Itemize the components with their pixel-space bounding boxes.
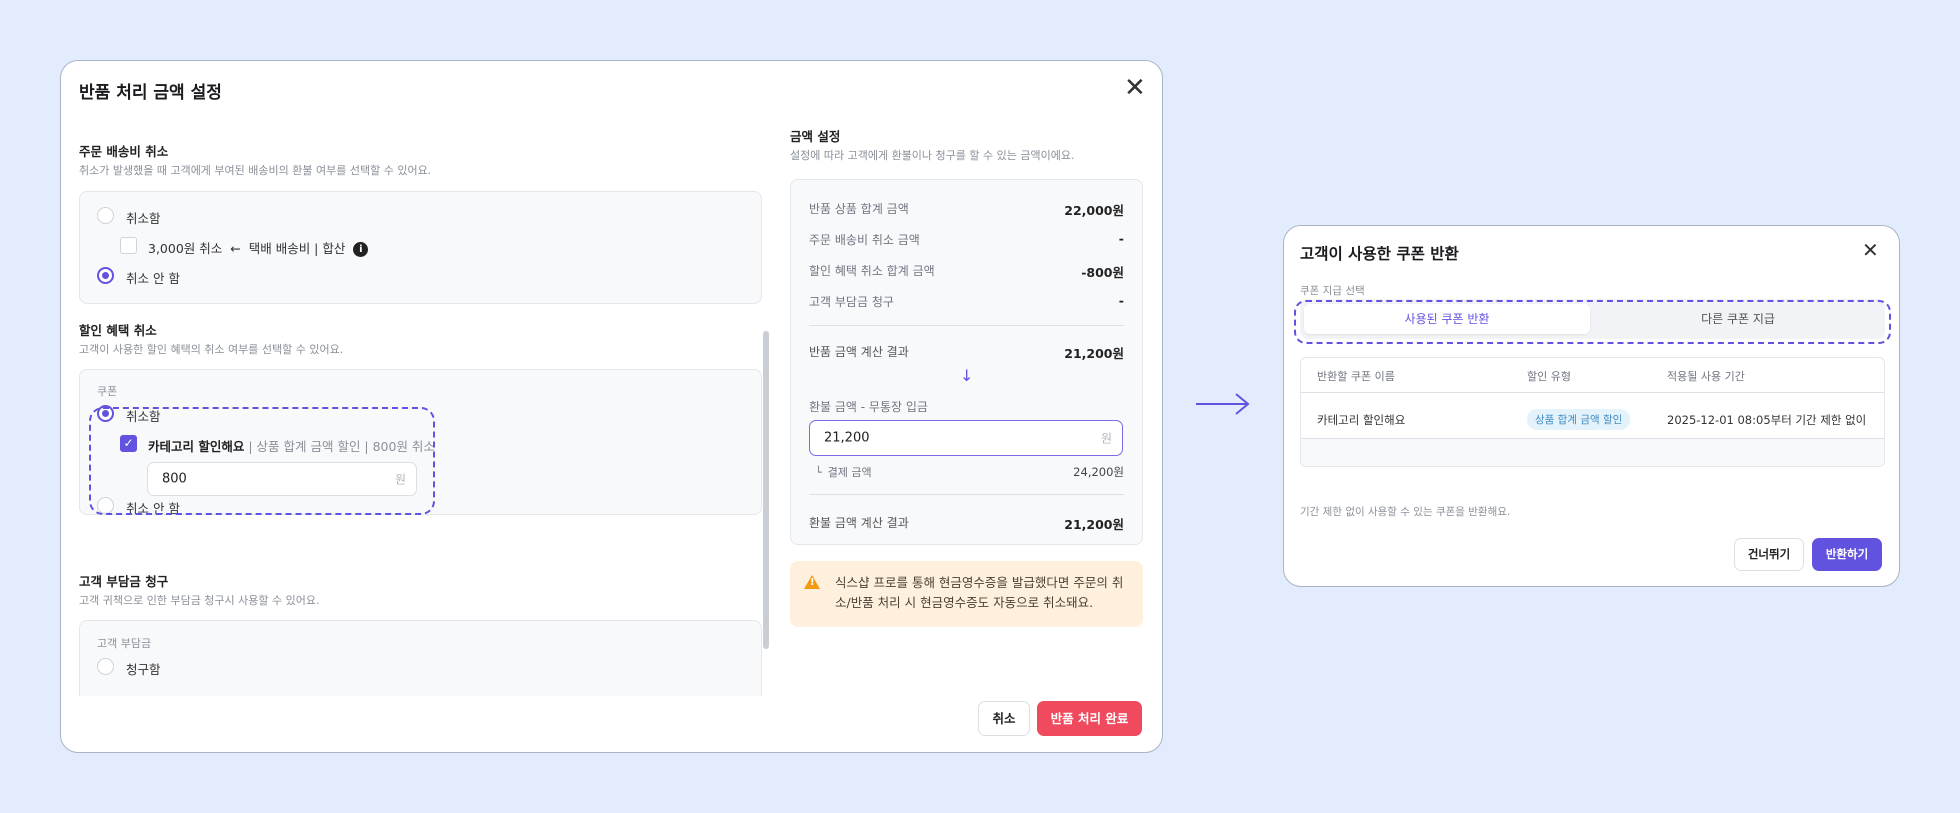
return-amount-modal: 반품 처리 금액 설정 ✕ 주문 배송비 취소 취소가 발생했을 때 고객에게 … (60, 60, 1163, 753)
highlight-outline (89, 407, 435, 515)
table-header: 반환할 쿠폰 이름 (1317, 370, 1395, 383)
paid-amount-label-line: └ 결제 금액 (815, 464, 872, 480)
shipping-fee-source: 택배 배송비 | 합산 (248, 241, 346, 256)
refund-amount-input[interactable]: 21,200 원 (809, 420, 1123, 456)
customer-charge-title: 고객 부담금 청구 (79, 574, 169, 589)
shipping-no-cancel-radio[interactable] (97, 267, 114, 284)
paid-value: 24,200원 (1073, 465, 1124, 479)
summary-row-value: -800원 (1081, 265, 1124, 280)
complete-return-button[interactable]: 반품 처리 완료 (1037, 701, 1142, 736)
coupon-return-modal: 고객이 사용한 쿠폰 반환 ✕ 쿠폰 지급 선택 사용된 쿠폰 반환 다른 쿠폰… (1283, 225, 1900, 587)
modal-title: 고객이 사용한 쿠폰 반환 (1300, 245, 1459, 263)
paid-label: 결제 금액 (827, 466, 872, 479)
highlight-outline (1294, 300, 1891, 344)
period-cell: 2025-12-01 08:05부터 기간 제한 없이 (1667, 413, 1867, 427)
skip-button[interactable]: 건너뛰기 (1734, 538, 1804, 571)
summary-row-value: 22,000원 (1064, 203, 1124, 218)
shipping-fee-line: 3,000원 취소 ← 택배 배송비 | 합산 i (148, 238, 369, 257)
tree-branch-icon: └ (815, 466, 822, 479)
charge-radio[interactable] (97, 658, 114, 675)
discount-cancel-title: 할인 혜택 취소 (79, 323, 157, 338)
coupon-label: 쿠폰 (97, 385, 118, 398)
divider (809, 325, 1124, 326)
warning-icon (804, 575, 820, 589)
summary-row-label: 할인 혜택 취소 합계 금액 (809, 264, 935, 278)
customer-charge-box: 고객 부담금 청구함 (79, 620, 762, 696)
table-header: 할인 유형 (1527, 370, 1571, 383)
close-icon[interactable]: ✕ (1124, 75, 1146, 101)
coupon-name-cell: 카테고리 할인해요 (1317, 413, 1406, 427)
down-arrow-icon: ↓ (960, 366, 974, 385)
shipping-fee-checkbox[interactable] (120, 237, 137, 254)
divider (809, 494, 1124, 495)
table-empty-row (1301, 439, 1884, 466)
table-header: 적용될 사용 기간 (1667, 370, 1745, 383)
discount-type-badge: 상품 합계 금액 할인 (1527, 409, 1631, 430)
shipping-cancel-label: 취소함 (126, 211, 161, 226)
shipping-fee-label: 3,000원 취소 (148, 241, 223, 256)
cancel-button[interactable]: 취소 (978, 701, 1030, 736)
amount-settings-title: 금액 설정 (790, 129, 841, 144)
refund-amount-unit: 원 (1100, 431, 1112, 446)
modal-title: 반품 처리 금액 설정 (79, 83, 222, 103)
shipping-cancel-radio[interactable] (97, 207, 114, 224)
info-icon[interactable]: i (353, 242, 369, 257)
summary-row-label: 반품 상품 합계 금액 (809, 202, 909, 216)
receipt-notice: 식스샵 프로를 통해 현금영수증을 발급했다면 주문의 취소/반품 처리 시 현… (790, 561, 1143, 627)
summary-row-value: - (1118, 231, 1124, 246)
summary-row-label: 주문 배송비 취소 금액 (809, 233, 920, 247)
left-arrow-icon: ← (230, 241, 241, 256)
calc-label: 반품 금액 계산 결과 (809, 345, 909, 359)
coupon-table: 반환할 쿠폰 이름 할인 유형 적용될 사용 기간 카테고리 할인해요 상품 합… (1300, 357, 1885, 467)
summary-row-value: - (1118, 293, 1124, 308)
return-coupon-button[interactable]: 반환하기 (1812, 538, 1882, 571)
amount-settings-desc: 설정에 따라 고객에게 환불이나 청구를 할 수 있는 금액이에요. (790, 149, 1075, 162)
refund-label: 환불 금액 - 무통장 입금 (809, 400, 928, 414)
shipping-cancel-box: 취소함 3,000원 취소 ← 택배 배송비 | 합산 i 취소 안 함 (79, 191, 762, 304)
result-value: 21,200원 (1064, 517, 1124, 532)
summary-row-label: 고객 부담금 청구 (809, 295, 894, 309)
notice-text: 식스샵 프로를 통해 현금영수증을 발급했다면 주문의 취소/반품 처리 시 현… (835, 575, 1124, 610)
customer-charge-label: 고객 부담금 (97, 637, 152, 650)
calc-value: 21,200원 (1064, 346, 1124, 361)
coupon-footnote: 기간 제한 없이 사용할 수 있는 쿠폰을 반환해요. (1300, 506, 1511, 518)
shipping-no-cancel-label: 취소 안 함 (126, 271, 180, 286)
discount-cancel-desc: 고객이 사용한 할인 혜택의 취소 여부를 선택할 수 있어요. (79, 343, 344, 356)
scrollbar[interactable] (763, 331, 769, 649)
divider (1301, 392, 1884, 393)
close-icon[interactable]: ✕ (1862, 240, 1879, 260)
coupon-select-label: 쿠폰 지급 선택 (1300, 285, 1365, 297)
refund-amount-value: 21,200 (824, 430, 870, 446)
amount-summary-box: 반품 상품 합계 금액 22,000원 주문 배송비 취소 금액 - 할인 혜택… (790, 179, 1143, 545)
shipping-cancel-desc: 취소가 발생했을 때 고객에게 부여된 배송비의 환불 여부를 선택할 수 있어… (79, 164, 432, 177)
charge-label: 청구함 (126, 662, 161, 677)
right-arrow-icon (1196, 393, 1250, 415)
shipping-cancel-title: 주문 배송비 취소 (79, 144, 169, 159)
result-label: 환불 금액 계산 결과 (809, 516, 909, 530)
customer-charge-desc: 고객 귀책으로 인한 부담금 청구시 사용할 수 있어요. (79, 594, 320, 607)
